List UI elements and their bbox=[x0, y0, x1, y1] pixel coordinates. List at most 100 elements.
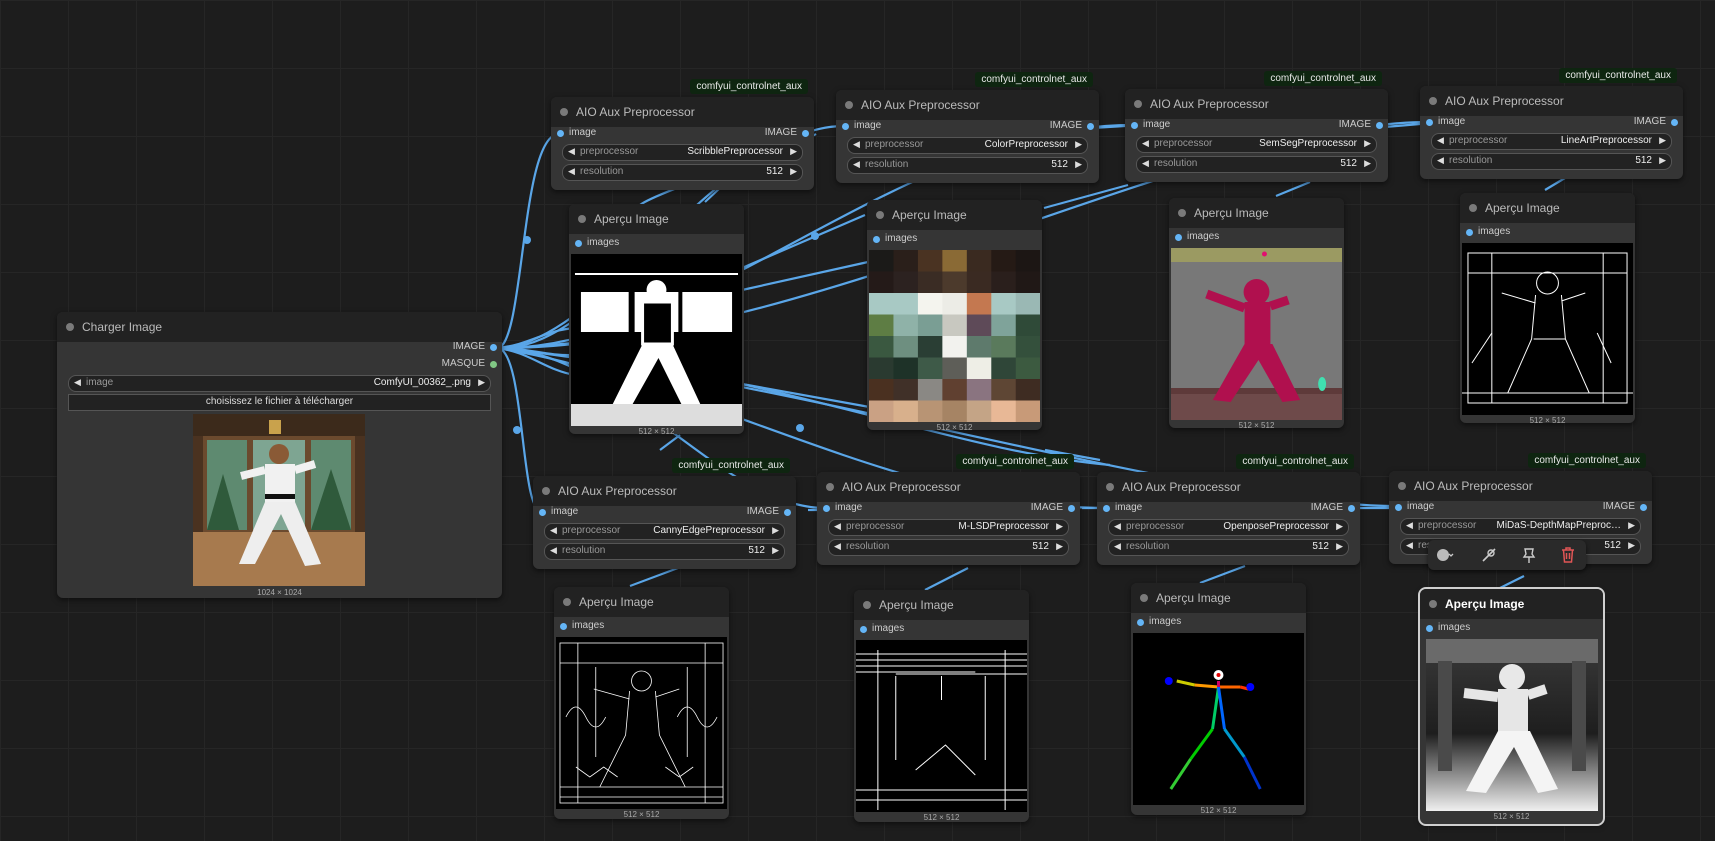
resolution-number[interactable]: ◀ resolution 512 ▶ bbox=[1136, 156, 1377, 173]
arrow-right-icon[interactable]: ▶ bbox=[1659, 155, 1666, 166]
node-header[interactable]: Aperçu Image bbox=[1420, 589, 1603, 619]
input-images-slot[interactable]: images bbox=[1460, 226, 1635, 240]
input-dot[interactable] bbox=[539, 509, 546, 516]
arrow-left-icon[interactable]: ◀ bbox=[1114, 541, 1121, 552]
node-header[interactable]: Aperçu Image bbox=[1460, 193, 1635, 223]
output-mask-slot[interactable]: MASQUE bbox=[57, 358, 502, 372]
node-header[interactable]: Aperçu Image bbox=[569, 204, 744, 234]
collapse-dot[interactable] bbox=[876, 211, 884, 219]
arrow-left-icon[interactable]: ◀ bbox=[1406, 540, 1413, 551]
arrow-right-icon[interactable]: ▶ bbox=[1336, 541, 1343, 552]
arrow-left-icon[interactable]: ◀ bbox=[568, 166, 575, 177]
color-picker-icon[interactable] bbox=[1436, 546, 1454, 564]
resolution-number[interactable]: ◀ resolution 512 ▶ bbox=[544, 543, 785, 560]
arrow-right-icon[interactable]: ▶ bbox=[1075, 139, 1082, 150]
arrow-right-icon[interactable]: ▶ bbox=[478, 377, 485, 388]
input-image-slot[interactable]: image IMAGE bbox=[1125, 119, 1388, 133]
output-dot[interactable] bbox=[490, 344, 497, 351]
preview-node-lineart[interactable]: Aperçu Image images 512 × 512 bbox=[1460, 193, 1635, 425]
arrow-left-icon[interactable]: ◀ bbox=[568, 146, 575, 157]
arrow-left-icon[interactable]: ◀ bbox=[853, 139, 860, 150]
node-header[interactable]: Charger Image bbox=[57, 312, 502, 342]
node-header[interactable]: AIO Aux Preprocessor bbox=[836, 90, 1099, 120]
node-header[interactable]: Aperçu Image bbox=[1169, 198, 1344, 228]
input-dot[interactable] bbox=[860, 626, 867, 633]
input-dot[interactable] bbox=[1131, 122, 1138, 129]
arrow-right-icon[interactable]: ▶ bbox=[1628, 520, 1635, 531]
aio-preprocessor-node-lineart[interactable]: comfyui_controlnet_aux AIO Aux Preproces… bbox=[1420, 68, 1683, 179]
node-header[interactable]: AIO Aux Preprocessor bbox=[533, 476, 796, 506]
preview-node-canny[interactable]: Aperçu Image images 512 × 512 bbox=[554, 587, 729, 819]
input-image-slot[interactable]: image IMAGE bbox=[817, 502, 1080, 516]
collapse-dot[interactable] bbox=[1429, 600, 1437, 608]
collapse-dot[interactable] bbox=[1469, 204, 1477, 212]
image-file-combo[interactable]: ◀ image ComfyUI_00362_.png ▶ bbox=[68, 375, 491, 392]
input-image-slot[interactable]: image IMAGE bbox=[533, 506, 796, 520]
collapse-dot[interactable] bbox=[66, 323, 74, 331]
arrow-right-icon[interactable]: ▶ bbox=[1364, 158, 1371, 169]
preview-node-openpose[interactable]: Aperçu Image images 512 × 512 bbox=[1131, 583, 1306, 815]
preview-node-color[interactable]: Aperçu Image images 512 × 512 bbox=[867, 200, 1042, 432]
node-header[interactable]: Aperçu Image bbox=[854, 590, 1029, 620]
arrow-left-icon[interactable]: ◀ bbox=[1437, 155, 1444, 166]
input-dot[interactable] bbox=[873, 236, 880, 243]
input-images-slot[interactable]: images bbox=[569, 237, 744, 251]
arrow-right-icon[interactable]: ▶ bbox=[1056, 541, 1063, 552]
preview-node-depth[interactable]: Aperçu Image images 512 × 512 bbox=[1418, 587, 1605, 826]
input-images-slot[interactable]: images bbox=[854, 623, 1029, 637]
node-header[interactable]: Aperçu Image bbox=[867, 200, 1042, 230]
collapse-dot[interactable] bbox=[578, 215, 586, 223]
arrow-right-icon[interactable]: ▶ bbox=[772, 525, 779, 536]
collapse-dot[interactable] bbox=[1140, 594, 1148, 602]
resolution-number[interactable]: ◀ resolution 512 ▶ bbox=[1108, 539, 1349, 556]
arrow-left-icon[interactable]: ◀ bbox=[853, 159, 860, 170]
collapse-dot[interactable] bbox=[542, 487, 550, 495]
pin-icon[interactable] bbox=[1520, 546, 1538, 564]
input-dot[interactable] bbox=[1175, 234, 1182, 241]
upload-button[interactable]: choisissez le fichier à télécharger bbox=[68, 394, 491, 411]
collapse-dot[interactable] bbox=[845, 101, 853, 109]
node-header[interactable]: AIO Aux Preprocessor bbox=[1420, 86, 1683, 116]
input-image-slot[interactable]: image IMAGE bbox=[1097, 502, 1360, 516]
arrow-left-icon[interactable]: ◀ bbox=[834, 521, 841, 532]
preprocessor-combo[interactable]: ◀ preprocessor MiDaS-DepthMapPreproc… ▶ bbox=[1400, 518, 1641, 535]
input-dot[interactable] bbox=[560, 623, 567, 630]
output-dot[interactable] bbox=[784, 509, 791, 516]
preview-node-semseg[interactable]: Aperçu Image images 512 × 512 bbox=[1169, 198, 1344, 430]
load-image-node[interactable]: Charger Image IMAGE MASQUE ◀ image Comfy… bbox=[57, 312, 502, 598]
arrow-right-icon[interactable]: ▶ bbox=[790, 146, 797, 157]
aio-preprocessor-node-canny[interactable]: comfyui_controlnet_aux AIO Aux Preproces… bbox=[533, 458, 796, 569]
output-dot[interactable] bbox=[1068, 505, 1075, 512]
output-dot[interactable] bbox=[1376, 122, 1383, 129]
node-header[interactable]: AIO Aux Preprocessor bbox=[1389, 471, 1652, 501]
arrow-right-icon[interactable]: ▶ bbox=[1336, 521, 1343, 532]
preprocessor-combo[interactable]: ◀ preprocessor LineArtPreprocessor ▶ bbox=[1431, 133, 1672, 150]
aio-preprocessor-node-scribble[interactable]: comfyui_controlnet_aux AIO Aux Preproces… bbox=[551, 79, 814, 190]
aio-preprocessor-node-mlsd[interactable]: comfyui_controlnet_aux AIO Aux Preproces… bbox=[817, 454, 1080, 565]
arrow-right-icon[interactable]: ▶ bbox=[1628, 540, 1635, 551]
arrow-left-icon[interactable]: ◀ bbox=[550, 545, 557, 556]
preprocessor-combo[interactable]: ◀ preprocessor ColorPreprocessor ▶ bbox=[847, 137, 1088, 154]
input-dot[interactable] bbox=[1103, 505, 1110, 512]
preprocessor-combo[interactable]: ◀ preprocessor OpenposePreprocessor ▶ bbox=[1108, 519, 1349, 536]
collapse-dot[interactable] bbox=[560, 108, 568, 116]
aio-preprocessor-node-openpose[interactable]: comfyui_controlnet_aux AIO Aux Preproces… bbox=[1097, 454, 1360, 565]
aio-preprocessor-node-color[interactable]: comfyui_controlnet_aux AIO Aux Preproces… bbox=[836, 72, 1099, 183]
arrow-left-icon[interactable]: ◀ bbox=[1142, 138, 1149, 149]
arrow-left-icon[interactable]: ◀ bbox=[834, 541, 841, 552]
preprocessor-combo[interactable]: ◀ preprocessor M-LSDPreprocessor ▶ bbox=[828, 519, 1069, 536]
input-dot[interactable] bbox=[575, 240, 582, 247]
node-header[interactable]: AIO Aux Preprocessor bbox=[551, 97, 814, 127]
arrow-right-icon[interactable]: ▶ bbox=[1364, 138, 1371, 149]
input-images-slot[interactable]: images bbox=[867, 233, 1042, 247]
arrow-right-icon[interactable]: ▶ bbox=[790, 166, 797, 177]
arrow-right-icon[interactable]: ▶ bbox=[772, 545, 779, 556]
collapse-dot[interactable] bbox=[563, 598, 571, 606]
input-dot[interactable] bbox=[1395, 504, 1402, 511]
preview-node-mlsd[interactable]: Aperçu Image images 512 × 512 bbox=[854, 590, 1029, 822]
collapse-dot[interactable] bbox=[863, 601, 871, 609]
collapse-dot[interactable] bbox=[1106, 483, 1114, 491]
collapse-dot[interactable] bbox=[1178, 209, 1186, 217]
resolution-number[interactable]: ◀ resolution 512 ▶ bbox=[847, 157, 1088, 174]
input-image-slot[interactable]: image IMAGE bbox=[1420, 116, 1683, 130]
